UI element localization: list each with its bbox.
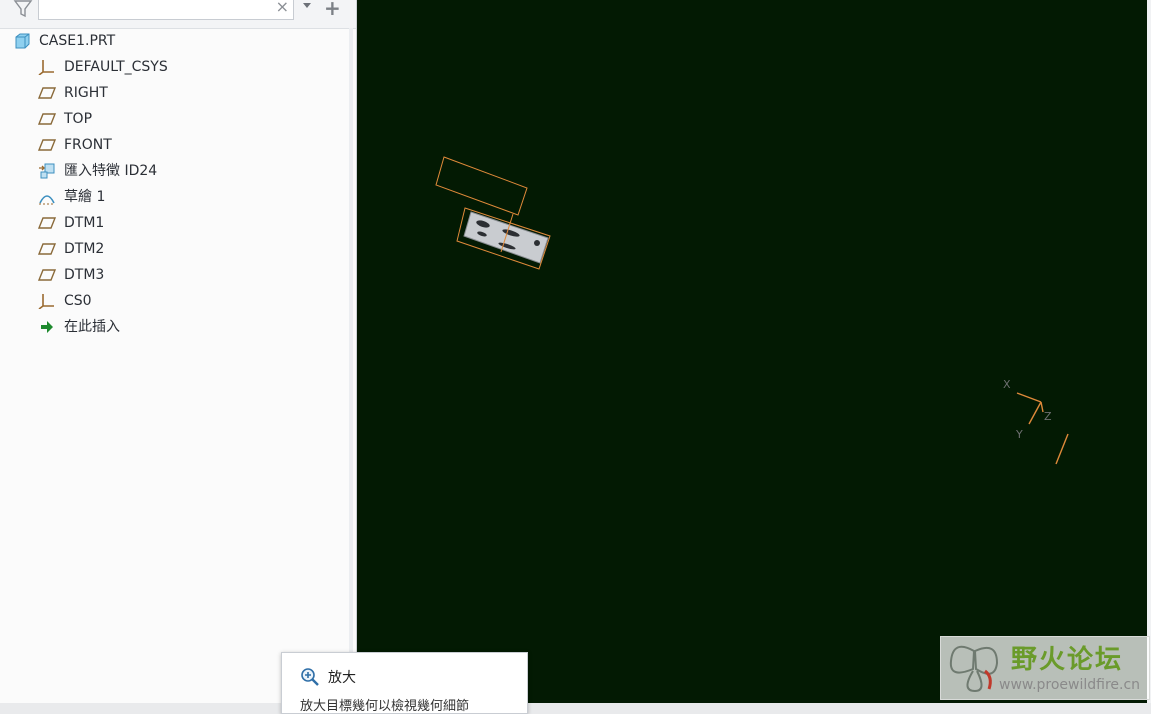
- tooltip-description: 放大目標幾何以檢視幾何細節: [300, 699, 470, 714]
- watermark-title: 野火论坛: [1011, 645, 1124, 675]
- part-icon: [15, 33, 30, 49]
- tree-item[interactable]: DEFAULT_CSYS: [0, 54, 340, 80]
- datum-plane-icon: [38, 139, 56, 151]
- model-geometry: X Y Z: [435, 156, 1069, 465]
- tree-item-label: FRONT: [64, 137, 112, 153]
- filter-icon[interactable]: [12, 0, 34, 18]
- butterfly-logo-icon: [949, 645, 999, 693]
- window-edge: [1147, 0, 1151, 703]
- add-icon[interactable]: +: [324, 0, 341, 18]
- tree-item[interactable]: TOP: [0, 106, 340, 132]
- datum-plane-icon: [38, 243, 56, 255]
- model-tree-panel: × + CASE1.PRT DEFAULT_CSYS RIGHT TOP FRO…: [0, 0, 357, 703]
- tree-item-label: DEFAULT_CSYS: [64, 59, 168, 75]
- zoom-in-icon: [301, 668, 319, 686]
- insert-here-marker[interactable]: 在此插入: [0, 314, 340, 340]
- tree-item[interactable]: 匯入特徵 ID24: [0, 158, 340, 184]
- tree-item-label: 草繪 1: [64, 189, 106, 205]
- tree-item[interactable]: DTM2: [0, 236, 340, 262]
- datum-plane-icon: [38, 217, 56, 229]
- model-tree-toolbar: × +: [0, 0, 356, 29]
- triad-z-label: Z: [1044, 410, 1052, 423]
- tree-item-label: TOP: [64, 111, 93, 127]
- tree-root-part[interactable]: CASE1.PRT: [0, 28, 340, 54]
- panel-scrollbar[interactable]: [349, 28, 353, 703]
- tree-item[interactable]: DTM1: [0, 210, 340, 236]
- tree-item[interactable]: DTM3: [0, 262, 340, 288]
- tree-item-label: 匯入特徵 ID24: [64, 163, 158, 179]
- tree-item-label: DTM3: [64, 267, 105, 283]
- tree-item-label: CASE1.PRT: [39, 33, 116, 49]
- tree-item-label: CS0: [64, 293, 92, 309]
- chevron-down-icon[interactable]: [301, 0, 313, 12]
- tree-item-label: RIGHT: [64, 85, 108, 101]
- tree-item[interactable]: RIGHT: [0, 80, 340, 106]
- tree-item[interactable]: FRONT: [0, 132, 340, 158]
- insert-here-arrow-icon: [41, 321, 53, 333]
- tree-item[interactable]: CS0: [0, 288, 340, 314]
- tree-item-label: DTM2: [64, 241, 105, 257]
- tree-item-label: DTM1: [64, 215, 105, 231]
- tree-item-label: 在此插入: [64, 319, 120, 335]
- forum-watermark: 野火论坛 www.proewildfire.cn: [940, 636, 1150, 700]
- csys-icon: [38, 60, 54, 75]
- triad-x-label: X: [1003, 378, 1011, 391]
- import-feature-icon: [39, 163, 55, 179]
- clear-icon[interactable]: ×: [276, 0, 289, 16]
- tree-item[interactable]: 草繪 1: [0, 184, 340, 210]
- graphics-window[interactable]: X Y Z: [357, 0, 1147, 703]
- triad-y-label: Y: [1015, 428, 1023, 441]
- sketch-icon: [39, 195, 55, 205]
- datum-plane-icon: [38, 113, 56, 125]
- tooltip-title: 放大: [328, 670, 356, 686]
- datum-plane-icon: [38, 87, 56, 99]
- datum-plane-icon: [38, 269, 56, 281]
- watermark-url: www.proewildfire.cn: [999, 677, 1141, 693]
- datum-plane-outline: [435, 156, 528, 216]
- search-input[interactable]: [43, 0, 267, 19]
- coordinate-triad: X Y Z: [1003, 378, 1069, 465]
- search-field[interactable]: ×: [38, 0, 294, 20]
- csys-icon: [38, 294, 54, 309]
- zoom-in-tooltip: 放大 放大目標幾何以檢視幾何細節: [281, 652, 528, 714]
